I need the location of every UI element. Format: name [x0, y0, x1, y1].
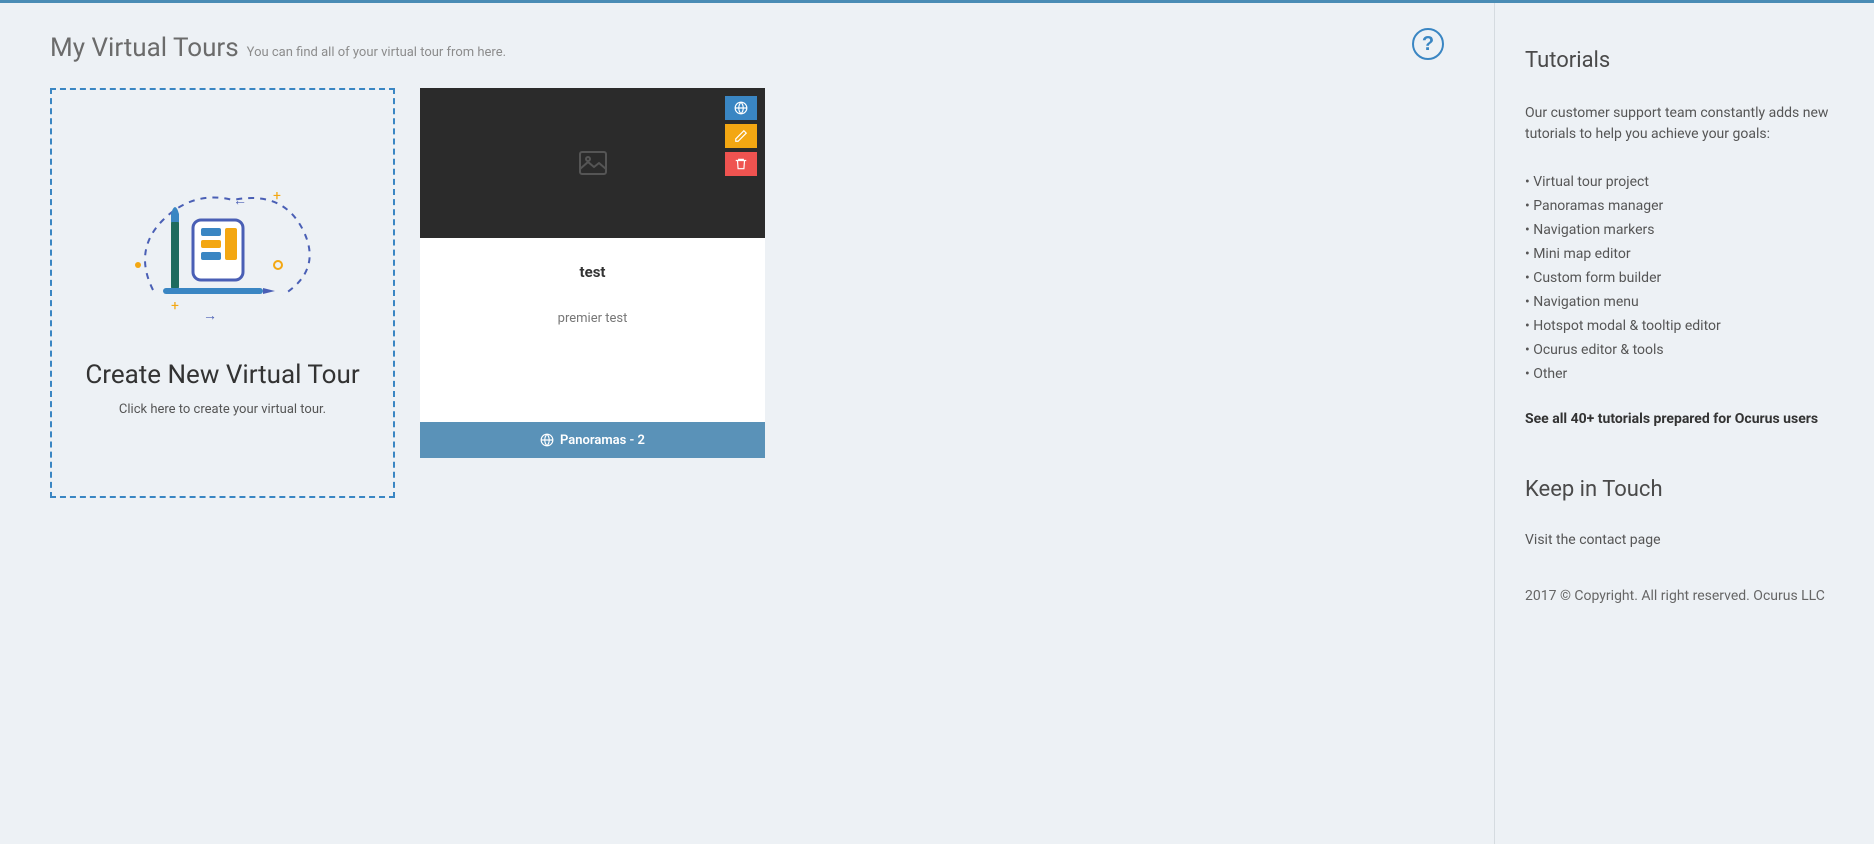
tour-actions: [725, 96, 757, 176]
help-button[interactable]: ?: [1412, 28, 1444, 60]
tutorial-item[interactable]: Panoramas manager: [1525, 194, 1844, 218]
tutorial-item[interactable]: Ocurus editor & tools: [1525, 338, 1844, 362]
svg-text:+: +: [273, 188, 281, 204]
tutorial-item[interactable]: Other: [1525, 362, 1844, 386]
page-subtitle: You can find all of your virtual tour fr…: [247, 45, 506, 63]
tour-thumbnail: [420, 88, 765, 238]
tour-title: test: [435, 263, 750, 281]
svg-text:+: +: [171, 298, 179, 314]
keep-in-touch-heading: Keep in Touch: [1525, 477, 1844, 502]
globe-icon: [540, 433, 554, 447]
tutorials-intro: Our customer support team constantly add…: [1525, 103, 1844, 145]
globe-icon: [734, 101, 748, 115]
tutorial-list: Virtual tour project Panoramas manager N…: [1525, 170, 1844, 386]
tutorial-item[interactable]: Navigation markers: [1525, 218, 1844, 242]
question-mark-icon: ?: [1422, 33, 1434, 56]
page-header: My Virtual Tours You can find all of you…: [50, 33, 1444, 63]
tour-footer-label: Panoramas - 2: [560, 433, 645, 448]
tutorial-item[interactable]: Navigation menu: [1525, 290, 1844, 314]
see-all-tutorials-link[interactable]: See all 40+ tutorials prepared for Ocuru…: [1525, 411, 1844, 427]
page-title: My Virtual Tours: [50, 33, 239, 63]
copyright: 2017 © Copyright. All right reserved. Oc…: [1525, 588, 1844, 604]
delete-tour-button[interactable]: [725, 152, 757, 176]
create-hint: Click here to create your virtual tour.: [119, 402, 326, 417]
sidebar: Tutorials Our customer support team cons…: [1494, 3, 1874, 844]
view-tour-button[interactable]: [725, 96, 757, 120]
main-content: ? My Virtual Tours You can find all of y…: [0, 3, 1494, 844]
create-illustration: + + ← →: [123, 170, 323, 330]
pencil-icon: [734, 129, 748, 143]
cards-container: + + ← →: [50, 88, 1444, 498]
tour-panoramas-button[interactable]: Panoramas - 2: [420, 422, 765, 458]
tutorial-item[interactable]: Custom form builder: [1525, 266, 1844, 290]
contact-page-link[interactable]: Visit the contact page: [1525, 532, 1844, 548]
tutorial-item[interactable]: Virtual tour project: [1525, 170, 1844, 194]
tutorial-item[interactable]: Hotspot modal & tooltip editor: [1525, 314, 1844, 338]
tour-card: test premier test Panoramas - 2: [420, 88, 765, 458]
create-new-tour-card[interactable]: + + ← →: [50, 88, 395, 498]
create-title: Create New Virtual Tour: [85, 360, 359, 390]
tutorials-heading: Tutorials: [1525, 48, 1844, 73]
tour-body: test premier test: [420, 238, 765, 422]
trash-icon: [734, 157, 748, 171]
edit-tour-button[interactable]: [725, 124, 757, 148]
image-placeholder-icon: [579, 151, 607, 175]
svg-text:←: ←: [233, 193, 247, 209]
tutorial-item[interactable]: Mini map editor: [1525, 242, 1844, 266]
tour-description: premier test: [435, 311, 750, 326]
svg-text:→: →: [203, 308, 217, 324]
